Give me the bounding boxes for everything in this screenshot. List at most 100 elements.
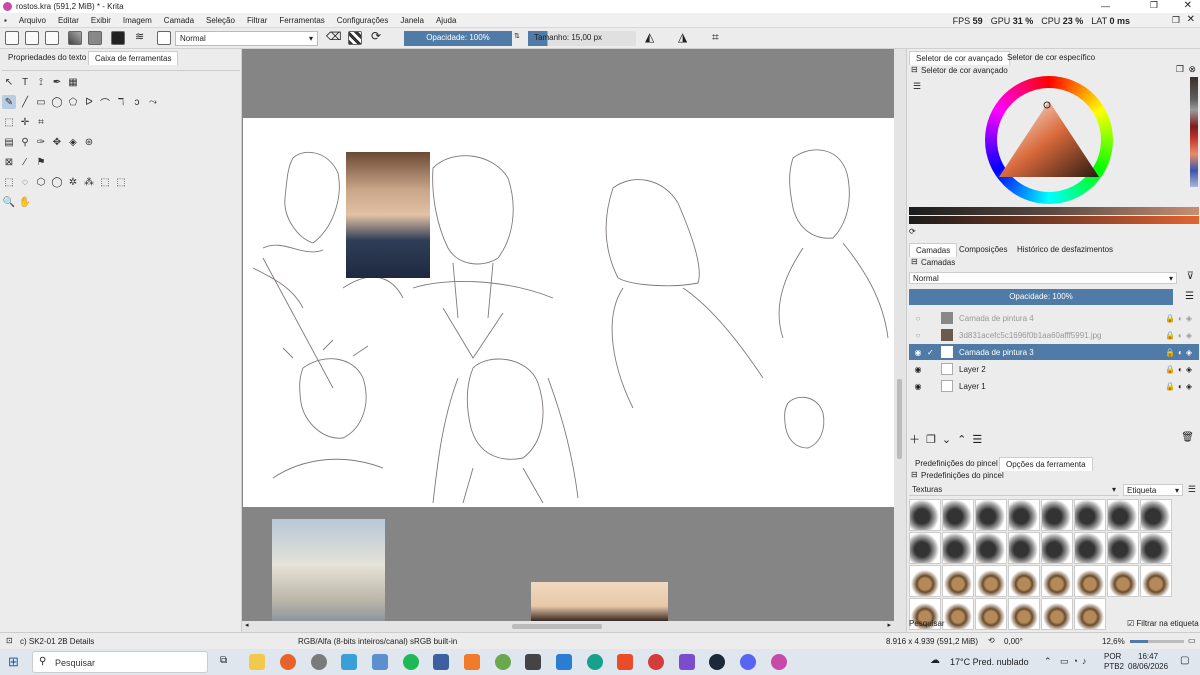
app-icon-5[interactable] bbox=[372, 654, 388, 670]
brush-preset-tile[interactable] bbox=[975, 532, 1007, 564]
open-folder-icon[interactable] bbox=[25, 31, 39, 45]
brush-preset-tile[interactable] bbox=[1140, 565, 1172, 597]
menu-filtrar[interactable]: Filtrar bbox=[241, 16, 273, 25]
rect-select-icon[interactable]: ⬚ bbox=[2, 175, 16, 189]
line-tool-icon[interactable]: ╱ bbox=[18, 95, 32, 109]
brush-preset-tile[interactable] bbox=[1107, 565, 1139, 597]
brush-settings-icon[interactable]: ≋ bbox=[135, 30, 149, 44]
drawing-canvas[interactable] bbox=[243, 118, 894, 507]
brush-preset-tile[interactable] bbox=[1074, 499, 1106, 531]
similar-select-icon[interactable]: ⁂ bbox=[82, 175, 96, 189]
layer-row[interactable]: ◉ Layer 1 🔒◐◈ bbox=[909, 378, 1199, 394]
firefox-icon[interactable] bbox=[280, 654, 296, 670]
freehand-brush-icon[interactable]: ✎ bbox=[2, 95, 16, 109]
brush-preset-tile[interactable] bbox=[1107, 532, 1139, 564]
brush-preset-tile[interactable] bbox=[975, 499, 1007, 531]
app-icon-9[interactable] bbox=[495, 654, 511, 670]
layer-blend-select[interactable]: Normal ▾ bbox=[909, 272, 1177, 284]
brush-preset-tile[interactable] bbox=[909, 532, 941, 564]
brush-preset-tile[interactable] bbox=[1107, 499, 1139, 531]
brush-category-select[interactable]: Texturas ▾ bbox=[909, 484, 1119, 496]
brush-preset-tile[interactable] bbox=[909, 565, 941, 597]
ellipse-tool-icon[interactable]: ◯ bbox=[50, 95, 64, 109]
menu-janela[interactable]: Janela bbox=[394, 16, 430, 25]
menu-exibir[interactable]: Exibir bbox=[85, 16, 117, 25]
minimize-icon[interactable]: — bbox=[1101, 1, 1110, 11]
zoom-slider[interactable] bbox=[1130, 640, 1184, 643]
opacity-slider[interactable]: Opacidade: 100% bbox=[404, 31, 512, 46]
eraser-icon[interactable]: ⌫ bbox=[326, 30, 342, 44]
mirror-vertical-icon[interactable]: ◮ bbox=[678, 30, 687, 44]
reference-photo-man[interactable] bbox=[346, 152, 430, 278]
move-up-icon[interactable]: ⌃ bbox=[957, 434, 972, 446]
close-document-icon[interactable]: ✕ bbox=[1187, 14, 1195, 25]
scroll-right-icon[interactable]: ▸ bbox=[887, 621, 891, 629]
krita-taskbar-icon[interactable] bbox=[771, 654, 787, 670]
app-icon-3[interactable] bbox=[311, 654, 327, 670]
layer-row[interactable]: ○ 3d831acefc5c1696f0b1aa60afff5991.jpg 🔒… bbox=[909, 327, 1199, 343]
eye-icon[interactable]: ◉ bbox=[909, 382, 927, 391]
taskbar-search-box[interactable]: ⚲ Pesquisar bbox=[32, 651, 208, 673]
brush-options-icon[interactable]: ⊟ bbox=[911, 470, 918, 479]
mirror-horizontal-icon[interactable]: ◭ bbox=[645, 30, 654, 44]
transform-tool-icon[interactable]: ⬚ bbox=[2, 115, 16, 129]
scroll-left-icon[interactable]: ◂ bbox=[245, 621, 249, 629]
spotify-icon[interactable] bbox=[403, 654, 419, 670]
visibility-off-icon[interactable]: ○ bbox=[909, 314, 927, 323]
panel-options-icon[interactable]: ⊟ bbox=[911, 65, 918, 74]
app-icon-8[interactable] bbox=[464, 654, 480, 670]
brush-preset-tile[interactable] bbox=[1041, 565, 1073, 597]
brush-preset-tile[interactable] bbox=[1074, 565, 1106, 597]
edit-shape-icon[interactable]: ⟟ bbox=[34, 75, 48, 89]
clock-date[interactable]: 08/06/2026 bbox=[1128, 662, 1168, 671]
brave-icon[interactable] bbox=[617, 654, 633, 670]
layer-lock-icon[interactable]: 🔒◐◈ bbox=[1165, 314, 1195, 323]
zoom-tool-icon[interactable]: 🔍 bbox=[2, 195, 16, 209]
gradient-tool-icon[interactable]: ▤ bbox=[2, 135, 16, 149]
layers-options-icon[interactable]: ⊟ bbox=[911, 257, 918, 266]
polygon-select-icon[interactable]: ⬡ bbox=[34, 175, 48, 189]
move-down-icon[interactable]: ⌄ bbox=[942, 434, 957, 446]
check-icon[interactable]: ✓ bbox=[927, 348, 935, 357]
brush-preset-tile[interactable] bbox=[942, 598, 974, 630]
brush-preset-tile[interactable] bbox=[1041, 532, 1073, 564]
vscroll-thumb[interactable] bbox=[897, 379, 902, 459]
brush-preset-tile[interactable] bbox=[1008, 565, 1040, 597]
layer-properties-icon[interactable]: ☰ bbox=[972, 434, 988, 446]
close-icon[interactable]: ✕ bbox=[1184, 0, 1192, 11]
layer-lock-icon[interactable]: 🔒◐◈ bbox=[1165, 365, 1195, 374]
smart-patch-icon[interactable]: ✥ bbox=[50, 135, 64, 149]
delete-layer-icon[interactable]: 🗑 bbox=[1181, 432, 1194, 443]
colorize-mask-icon[interactable]: ✑ bbox=[34, 135, 48, 149]
size-slider[interactable]: Tamanho: 15,00 px bbox=[528, 31, 636, 46]
bezier-tool-icon[interactable]: ⌒ bbox=[98, 95, 112, 110]
duplicate-layer-icon[interactable]: ❐ bbox=[926, 434, 942, 446]
blend-mode-select[interactable]: Normal ▾ bbox=[175, 31, 318, 46]
app-icon-14[interactable] bbox=[648, 654, 664, 670]
brush-preset-tile[interactable] bbox=[1008, 598, 1040, 630]
shade-strip-1[interactable] bbox=[909, 207, 1199, 215]
color-picker-icon[interactable]: ⚲ bbox=[18, 135, 32, 149]
steam-icon[interactable] bbox=[709, 654, 725, 670]
eye-icon[interactable]: ◉ bbox=[909, 348, 927, 357]
app-icon-7[interactable] bbox=[433, 654, 449, 670]
menu-arquivo[interactable]: Arquivo bbox=[13, 16, 52, 25]
brush-preset-tile[interactable] bbox=[942, 499, 974, 531]
move-tool-icon[interactable]: ✛ bbox=[18, 115, 32, 129]
refresh-shades-icon[interactable]: ⟳ bbox=[909, 227, 916, 236]
eye-icon[interactable]: ◉ bbox=[909, 365, 927, 374]
tab-compositions[interactable]: Composições bbox=[953, 243, 1013, 257]
fill-tool-icon[interactable]: ◈ bbox=[66, 135, 80, 149]
app-menu-icon[interactable]: ▪ bbox=[0, 16, 13, 25]
menu-ajuda[interactable]: Ajuda bbox=[430, 16, 462, 25]
filter-layers-icon[interactable]: ⊽ bbox=[1187, 271, 1194, 282]
contiguous-select-icon[interactable]: ✲ bbox=[66, 175, 80, 189]
layer-row[interactable]: ○ Camada de pintura 4 🔒◐◈ bbox=[909, 310, 1199, 326]
filter-tag-checkbox[interactable]: ☑ Filtrar na etiqueta bbox=[1127, 619, 1199, 628]
reference-photo-dark-hair[interactable] bbox=[531, 582, 668, 622]
task-view-icon[interactable]: ⧉ bbox=[220, 655, 227, 666]
app-icon-15[interactable] bbox=[679, 654, 695, 670]
menu-selecao[interactable]: Seleção bbox=[200, 16, 241, 25]
brush-preset-tile[interactable] bbox=[1041, 598, 1073, 630]
brush-preset-tile[interactable] bbox=[1140, 532, 1172, 564]
